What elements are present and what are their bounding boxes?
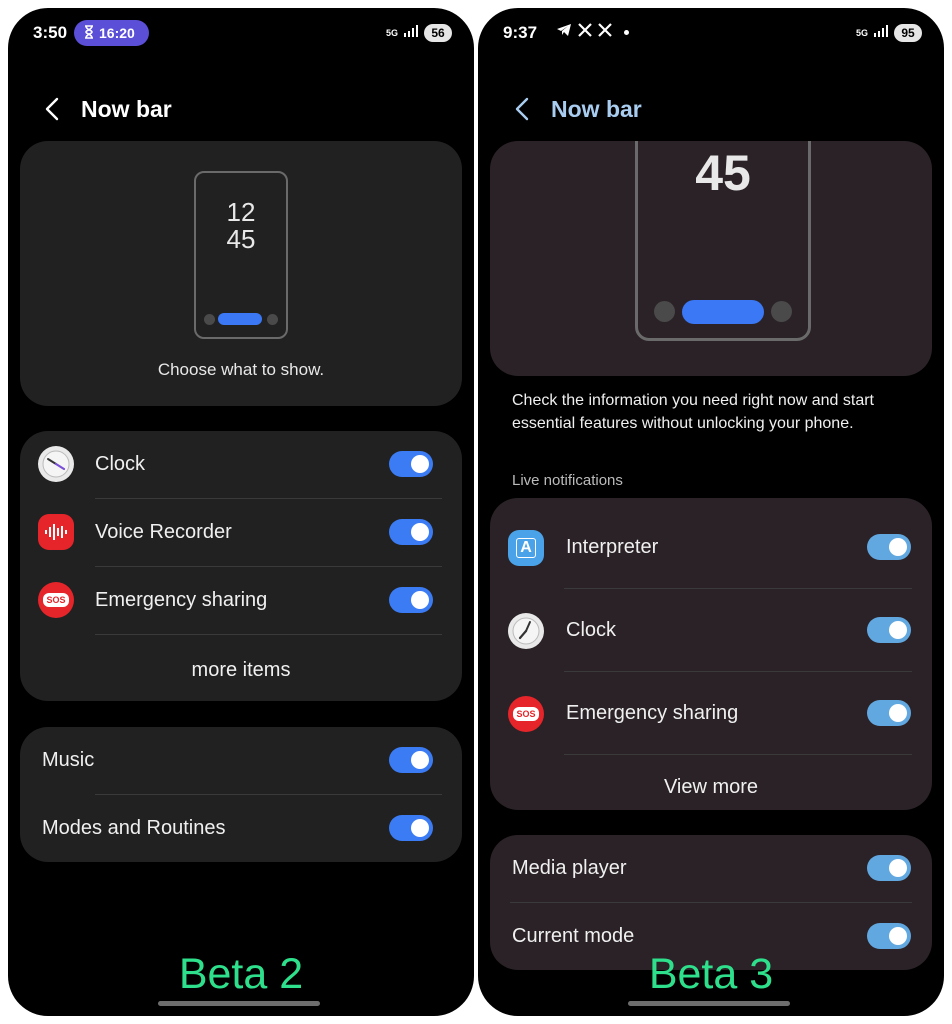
network-type: 5G (385, 27, 398, 38)
signal-icon (404, 24, 418, 42)
page-title: Now bar (81, 96, 172, 122)
timer-pill[interactable]: 16:20 (74, 20, 149, 46)
status-time: 9:37 (503, 23, 538, 42)
now-bar-items-card: Clock Voice Recorder SOS Emergency shari… (20, 431, 462, 701)
clock-toggle[interactable] (867, 617, 911, 643)
back-button[interactable] (508, 96, 536, 126)
list-item-clock[interactable]: Clock (20, 431, 462, 499)
home-indicator[interactable] (158, 1001, 320, 1006)
voice-recorder-icon (38, 514, 74, 550)
timer-text: 16:20 (99, 25, 135, 41)
preview-card: 12 45 Choose what to show. (20, 141, 462, 406)
divider (564, 754, 912, 755)
status-time: 3:50 (33, 23, 68, 42)
list-item-modes-routines[interactable]: Modes and Routines (20, 795, 462, 863)
voice-recorder-toggle[interactable] (389, 519, 433, 545)
interpreter-toggle[interactable] (867, 534, 911, 560)
battery-indicator: 95 (894, 24, 922, 42)
list-item-label: Music (42, 749, 95, 771)
list-item-label: Media player (512, 857, 627, 879)
hourglass-icon (84, 24, 94, 42)
preview-time: 45 (695, 145, 751, 201)
media-player-toggle[interactable] (867, 855, 911, 881)
beta-label: Beta 3 (648, 950, 774, 998)
chevron-left-icon (515, 97, 529, 126)
signal-icon (874, 24, 888, 42)
x-icon (578, 23, 592, 42)
status-icons: 5G 56 (386, 24, 452, 42)
sos-icon: SOS (38, 582, 74, 618)
notification-icons (556, 23, 629, 42)
clock-toggle[interactable] (389, 451, 433, 477)
page-title: Now bar (551, 96, 642, 122)
list-item-music[interactable]: Music (20, 727, 462, 795)
current-mode-toggle[interactable] (867, 923, 911, 949)
list-item-interpreter[interactable]: A Interpreter (490, 506, 932, 589)
list-item-media-player[interactable]: Media player (490, 835, 932, 903)
list-item-voice-recorder[interactable]: Voice Recorder (20, 499, 462, 567)
section-label: Live notifications (512, 472, 623, 489)
preview-now-bar (682, 300, 764, 324)
preview-now-bar (218, 313, 262, 325)
chevron-left-icon (45, 97, 59, 126)
interpreter-icon: A (508, 530, 544, 566)
preview-time: 12 45 (226, 197, 256, 254)
preview-dot-left (204, 314, 215, 325)
preview-dot-left (654, 301, 675, 322)
phone-screen-beta2: 3:50 16:20 5G 56 Now bar 12 45 Choose wh… (8, 8, 474, 1016)
more-notifications-dot (624, 30, 629, 35)
status-bar: 3:50 16:20 5G 56 (8, 18, 474, 48)
phone-screen-beta3: 9:37 5G 95 Now bar 45 Check the informat… (478, 8, 944, 1016)
list-item-clock[interactable]: Clock (490, 589, 932, 672)
list-item-emergency-sharing[interactable]: SOS Emergency sharing (490, 672, 932, 755)
header: Now bar (478, 86, 944, 136)
list-item-label: Voice Recorder (95, 521, 232, 543)
x-icon (598, 23, 612, 42)
beta-label: Beta 2 (178, 950, 304, 998)
list-item-label: Interpreter (566, 536, 659, 558)
home-indicator[interactable] (628, 1001, 790, 1006)
list-item-emergency-sharing[interactable]: SOS Emergency sharing (20, 567, 462, 635)
sos-icon: SOS (508, 696, 544, 732)
battery-indicator: 56 (424, 24, 452, 42)
divider (95, 634, 442, 635)
emergency-sharing-toggle[interactable] (389, 587, 433, 613)
list-item-label: Emergency sharing (95, 589, 268, 611)
telegram-icon (556, 23, 572, 42)
list-item-label: Current mode (512, 925, 635, 947)
view-more-button[interactable]: View more (490, 776, 932, 799)
header: Now bar (8, 86, 474, 136)
extras-card: Music Modes and Routines (20, 727, 462, 862)
more-items-button[interactable]: more items (20, 659, 462, 682)
preview-caption: Choose what to show. (157, 360, 325, 379)
modes-routines-toggle[interactable] (389, 815, 433, 841)
description-text: Check the information you need right now… (512, 392, 874, 432)
preview-card: 45 (490, 141, 932, 376)
live-notifications-card: A Interpreter Clock SOS Emergency sharin… (490, 498, 932, 810)
clock-icon (38, 446, 74, 482)
list-item-label: Clock (95, 453, 146, 475)
now-bar-preview: 45 (635, 141, 811, 341)
list-item-label: Modes and Routines (42, 817, 226, 839)
preview-dot-right (267, 314, 278, 325)
status-bar: 9:37 5G 95 (478, 18, 944, 48)
emergency-sharing-toggle[interactable] (867, 700, 911, 726)
network-type: 5G (855, 27, 868, 38)
now-bar-preview: 12 45 (194, 171, 288, 339)
music-toggle[interactable] (389, 747, 433, 773)
back-button[interactable] (38, 96, 66, 126)
list-item-label: Emergency sharing (566, 702, 739, 724)
status-icons: 5G 95 (856, 24, 922, 42)
list-item-label: Clock (566, 619, 617, 641)
clock-icon (508, 613, 544, 649)
preview-dot-right (771, 301, 792, 322)
